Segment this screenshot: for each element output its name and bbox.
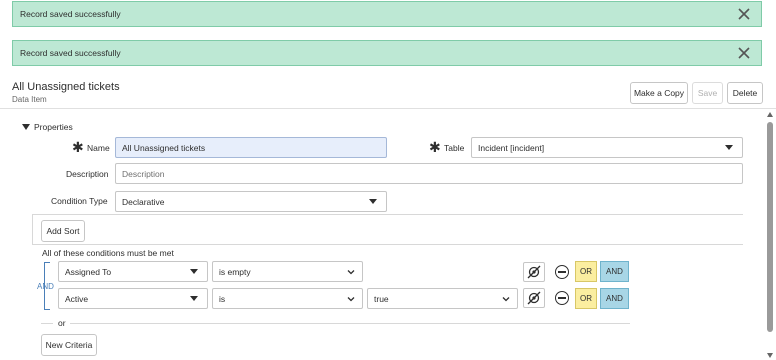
condition-operator-select[interactable]: is empty xyxy=(212,261,363,282)
required-asterisk-icon: ✱ xyxy=(72,139,84,155)
or-button[interactable]: OR xyxy=(575,261,597,282)
and-button[interactable]: AND xyxy=(600,288,629,309)
condition-operator-value: is xyxy=(219,293,226,304)
success-banner: Record saved successfully xyxy=(12,1,762,27)
delete-button[interactable]: Delete xyxy=(727,82,763,104)
page-subtitle: Data Item xyxy=(12,95,47,104)
condition-type-select[interactable]: Declarative xyxy=(115,191,387,212)
panel-divider xyxy=(32,244,743,245)
make-copy-button[interactable]: Make a Copy xyxy=(630,82,688,104)
condition-operator-value: is empty xyxy=(219,266,251,277)
table-select-value: Incident [incident] xyxy=(478,142,545,153)
dot-walk-icon xyxy=(527,291,541,305)
record-header: All Unassigned tickets Data Item xyxy=(12,81,120,104)
remove-condition-icon[interactable] xyxy=(555,291,569,305)
section-label: Properties xyxy=(34,122,73,132)
dot-walk-button[interactable] xyxy=(523,262,545,282)
new-criteria-button[interactable]: New Criteria xyxy=(41,334,97,356)
condition-value: true xyxy=(374,293,389,304)
or-separator-label: or xyxy=(58,318,66,328)
chevron-down-icon xyxy=(347,270,355,275)
dot-walk-button[interactable] xyxy=(523,288,545,308)
description-field[interactable]: Description xyxy=(115,163,743,184)
dropdown-caret-icon xyxy=(190,296,198,301)
name-label: Name xyxy=(87,143,110,153)
description-label: Description xyxy=(66,169,109,179)
close-icon[interactable] xyxy=(737,46,751,60)
properties-section-toggle[interactable]: Properties xyxy=(22,122,73,132)
page-title: All Unassigned tickets xyxy=(12,81,120,93)
add-sort-button[interactable]: Add Sort xyxy=(41,220,85,242)
table-label: Table xyxy=(444,143,465,153)
scroll-thumb[interactable] xyxy=(767,122,773,332)
dropdown-caret-icon xyxy=(725,145,733,150)
and-connector-label: AND xyxy=(37,282,54,291)
remove-condition-icon[interactable] xyxy=(555,265,569,279)
or-button[interactable]: OR xyxy=(575,288,597,309)
or-separator-line xyxy=(70,323,630,324)
dropdown-caret-icon xyxy=(369,199,377,204)
condition-type-value: Declarative xyxy=(122,196,165,207)
close-icon[interactable] xyxy=(737,7,751,21)
header-divider xyxy=(0,108,776,109)
dropdown-caret-icon xyxy=(190,269,198,274)
banner-message: Record saved successfully xyxy=(20,9,121,19)
scroll-up-arrow-icon[interactable] xyxy=(767,112,773,117)
panel-divider xyxy=(32,214,33,244)
condition-field-select[interactable]: Assigned To xyxy=(58,261,208,282)
and-button[interactable]: AND xyxy=(600,261,629,282)
condition-field-value: Assigned To xyxy=(65,266,112,277)
condition-field-value: Active xyxy=(65,293,89,304)
conditions-caption: All of these conditions must be met xyxy=(42,248,174,258)
chevron-down-icon xyxy=(347,297,355,302)
collapse-triangle-icon xyxy=(22,124,30,130)
scroll-down-arrow-icon[interactable] xyxy=(767,353,773,358)
save-button[interactable]: Save xyxy=(692,82,723,104)
or-separator-line xyxy=(41,323,53,324)
vertical-scrollbar[interactable] xyxy=(766,112,774,360)
chevron-down-icon xyxy=(502,297,510,302)
condition-value-select[interactable]: true xyxy=(367,288,518,309)
condition-field-select[interactable]: Active xyxy=(58,288,208,309)
condition-type-label: Condition Type xyxy=(51,196,108,206)
success-banner: Record saved successfully xyxy=(12,40,762,66)
table-select[interactable]: Incident [incident] xyxy=(471,137,743,158)
dot-walk-icon xyxy=(527,265,541,279)
name-field[interactable]: All Unassigned tickets xyxy=(115,137,387,158)
required-asterisk-icon: ✱ xyxy=(429,139,441,155)
panel-divider xyxy=(32,214,743,215)
banner-message: Record saved successfully xyxy=(20,48,121,58)
condition-operator-select[interactable]: is xyxy=(212,288,363,309)
